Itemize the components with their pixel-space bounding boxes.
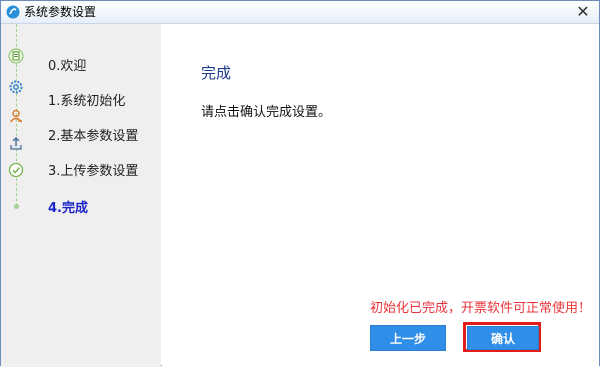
app-icon [6, 5, 20, 19]
page-title: 完成 [201, 64, 232, 82]
check-circle-icon [8, 162, 24, 178]
gear-icon [9, 80, 23, 94]
step-1-init: 1.系统初始化 [48, 94, 126, 109]
window-title: 系统参数设置 [24, 5, 97, 19]
instruction-text: 请点击确认完成设置。 [201, 105, 332, 120]
step-2-basic: 2.基本参数设置 [48, 129, 139, 144]
steps-sidebar: 0.欢迎 1.系统初始化 2.基本参数设置 3.上传参数设置 4.完成 [1, 24, 161, 367]
settings-window: 系统参数设置 ✕ 0.欢迎 1.系统初始化 2.基本参数设置 3.上传参数设置 [0, 0, 600, 367]
upload-icon [10, 137, 22, 150]
main-content: 完成 请点击确认完成设置。 初始化已完成，开票软件可正常使用！ 上一步 确认 [162, 24, 599, 366]
step-4-done: 4.完成 [48, 201, 88, 216]
step-3-upload: 3.上传参数设置 [48, 164, 139, 179]
document-icon [8, 48, 24, 64]
status-message: 初始化已完成，开票软件可正常使用！ [369, 301, 591, 316]
title-bar[interactable]: 系统参数设置 ✕ [1, 1, 599, 24]
close-button[interactable]: ✕ [573, 2, 593, 22]
current-step-dot [14, 204, 19, 209]
previous-button[interactable]: 上一步 [370, 325, 446, 351]
confirm-button[interactable]: 确认 [467, 326, 539, 350]
step-0-welcome: 0.欢迎 [48, 59, 87, 74]
user-icon [9, 109, 23, 123]
